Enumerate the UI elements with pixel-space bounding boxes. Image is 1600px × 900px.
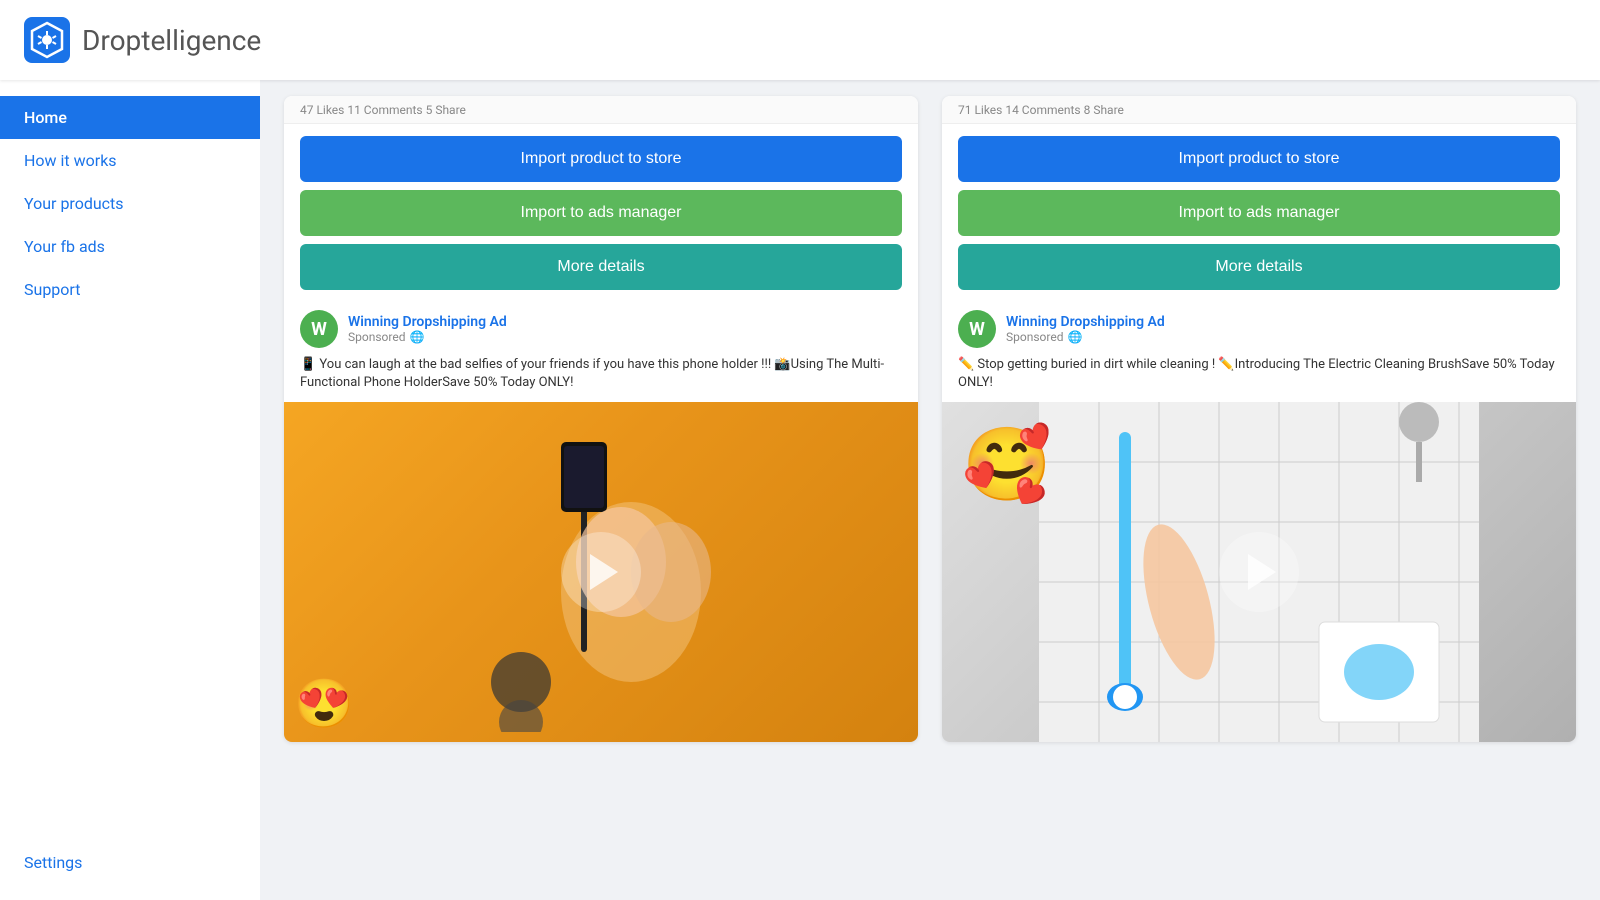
card-2-more-details-button[interactable]: More details [958,244,1560,290]
main-layout: Home How it works Your products Your fb … [0,80,1600,900]
card-2-ad-name: Winning Dropshipping Ad [1006,314,1165,330]
app-header: Droptelligence [0,0,1600,80]
card-1-ad-text: 📱 You can laugh at the bad selfies of yo… [284,356,918,402]
card-2-ad-sponsored: Sponsored 🌐 [1006,330,1165,344]
card-1-import-store-button[interactable]: Import product to store [300,136,902,182]
card-1-avatar: W [300,310,338,348]
sidebar-item-how-it-works[interactable]: How it works [0,139,260,182]
card-1-play-button[interactable] [561,532,641,612]
sidebar: Home How it works Your products Your fb … [0,80,260,900]
card-2-buttons: Import product to store Import to ads ma… [942,124,1576,298]
card-2-image-area: 🥰 [942,402,1576,742]
logo-container: Droptelligence [24,17,261,63]
card-1-ad-meta: Winning Dropshipping Ad Sponsored 🌐 [348,314,507,344]
card-1-image-placeholder: 😍 [284,402,918,742]
main-content: 47 Likes 11 Comments 5 Share Import prod… [260,80,1600,900]
card-2-import-ads-button[interactable]: Import to ads manager [958,190,1560,236]
card-2-ad-header: W Winning Dropshipping Ad Sponsored 🌐 [942,298,1576,356]
globe-icon-2: 🌐 [1067,330,1082,344]
card-1-ad-name: Winning Dropshipping Ad [348,314,507,330]
card-1-ad-sponsored: Sponsored 🌐 [348,330,507,344]
card-2-ad-meta: Winning Dropshipping Ad Sponsored 🌐 [1006,314,1165,344]
card-2-stats-bar: 71 Likes 14 Comments 8 Share [942,96,1576,124]
product-card-2: 71 Likes 14 Comments 8 Share Import prod… [942,96,1576,742]
card-2-avatar-letter: W [969,319,985,340]
card-2-image-placeholder: 🥰 [942,402,1576,742]
card-1-ad-header: W Winning Dropshipping Ad Sponsored 🌐 [284,298,918,356]
card-1-stats-text: 47 Likes 11 Comments 5 Share [300,103,466,117]
sidebar-item-home[interactable]: Home [0,96,260,139]
play-triangle-icon-2 [1248,554,1276,590]
card-2-emoji-overlay: 🥰 [962,422,1052,507]
app-title: Droptelligence [82,24,261,57]
card-1-buttons: Import product to store Import to ads ma… [284,124,918,298]
card-2-stats-text: 71 Likes 14 Comments 8 Share [958,103,1124,117]
card-1-stats-bar: 47 Likes 11 Comments 5 Share [284,96,918,124]
cards-grid: 47 Likes 11 Comments 5 Share Import prod… [284,96,1576,742]
card-2-import-store-button[interactable]: Import product to store [958,136,1560,182]
card-2-avatar: W [958,310,996,348]
card-1-more-details-button[interactable]: More details [300,244,902,290]
card-1-image-area: 😍 [284,402,918,742]
card-1-avatar-letter: W [311,319,327,340]
card-2-play-button[interactable] [1219,532,1299,612]
card-1-emoji-overlay: 😍 [294,675,354,732]
card-2-ad-text: ✏️ Stop getting buried in dirt while cle… [942,356,1576,402]
sidebar-item-support[interactable]: Support [0,268,260,311]
sidebar-item-your-products[interactable]: Your products [0,182,260,225]
globe-icon: 🌐 [409,330,424,344]
sidebar-spacer [0,311,260,841]
product-card-1: 47 Likes 11 Comments 5 Share Import prod… [284,96,918,742]
sidebar-item-settings[interactable]: Settings [0,841,260,884]
play-triangle-icon [590,554,618,590]
card-1-import-ads-button[interactable]: Import to ads manager [300,190,902,236]
sidebar-item-your-fb-ads[interactable]: Your fb ads [0,225,260,268]
app-logo-icon [24,17,70,63]
